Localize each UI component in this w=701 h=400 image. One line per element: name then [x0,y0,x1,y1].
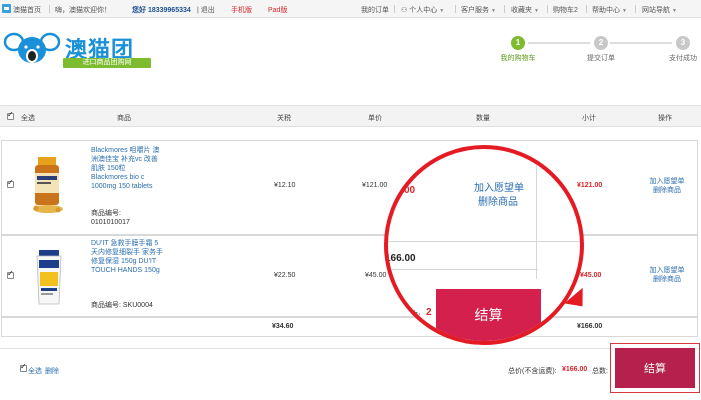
checkout-label: 结算 [615,348,695,388]
help-center-label: 帮助中心 [592,7,620,14]
chevron-down-icon: ▼ [533,8,539,14]
username-link[interactable]: 您好 18339965334 [132,5,191,15]
step-label: 支付成功 [669,55,697,62]
help-center-link[interactable]: 帮助中心 ▼ [592,5,627,15]
footer-delete-link[interactable]: 删除 [45,366,59,376]
footer-select-all-label[interactable]: 全选 [28,366,42,376]
step-cart: 1 我的购物车 [488,36,548,63]
select-all-checkbox[interactable] [7,110,14,120]
divider [455,5,456,13]
step-number: 3 [676,36,690,50]
chevron-down-icon: ▼ [671,8,677,14]
favorites-label: 收藏夹 [511,7,532,14]
product-code: 商品编号: 0101010017 [91,210,130,226]
chevron-down-icon: ▼ [621,8,627,14]
col-select-all: 全选 [21,115,35,122]
col-price: 单价 [368,115,382,122]
footer-select-all-checkbox[interactable] [20,362,27,372]
divider [635,5,636,13]
step-label: 提交订单 [587,55,615,62]
top-bar: 澳猫首页 嗨，澳猫欢迎你！ 您好 18339965334 | 退出 手机版 Pa… [0,0,701,18]
welcome-text: 嗨，澳猫欢迎你！ [55,7,111,14]
logo-subtitle: 进口商品团购网 [63,58,151,68]
pad-link[interactable]: Pad版 [268,5,287,15]
logout-link[interactable]: | 退出 [197,5,215,15]
duit-hand-cream-image[interactable] [30,248,68,310]
customer-service-label: 客户服务 [461,7,489,14]
add-to-wishlist-link[interactable]: 加入愿望单 [645,266,689,275]
count-label: 总数: [592,368,608,375]
divider [394,5,395,13]
step-payment-success: 3 支付成功 [653,36,701,63]
chevron-down-icon: ▼ [439,8,445,14]
total-label: 总价(不含运费): [508,368,557,375]
home-icon[interactable] [2,4,11,13]
item-price: ¥121.00 [362,182,388,189]
divider [504,5,505,13]
divider [586,5,587,13]
item-subtotal: ¥45.00 [580,272,602,279]
total-value: ¥166.00 [562,366,588,373]
user-icon: ⚇ [401,7,408,14]
divider [547,5,548,13]
blackmores-product-image[interactable] [28,155,66,217]
chevron-down-icon: ▼ [490,8,496,14]
product-name-link[interactable]: Blackmores 咀嚼片 澳洲澳佳宝 补充vc 改善肌肤 150粒 Blac… [91,146,163,191]
checkout-button[interactable]: 结算 [610,343,700,393]
item-price: ¥45.00 [365,272,387,279]
col-tax: 关税 [277,115,291,122]
delete-item-link[interactable]: 删除商品 [645,186,689,195]
my-orders-link[interactable]: 我的订单 [361,5,389,15]
divider [49,5,50,13]
item-tax: ¥22.50 [274,272,296,279]
col-subtotal: 小计 [582,115,596,122]
delete-item-link[interactable]: 删除商品 [645,275,689,284]
user-center-link[interactable]: ⚇ 个人中心 ▼ [401,5,444,15]
favorites-link[interactable]: 收藏夹 ▼ [511,5,539,15]
product-name-link[interactable]: DU'IT 急救手膜手霜 5天内修复细裂手 家务手修复保湿 150g DU'IT… [91,239,163,275]
customer-service-link[interactable]: 客户服务 ▼ [461,5,496,15]
item-tax: ¥12.10 [274,182,296,189]
home-link[interactable]: 澳猫首页 [13,5,41,15]
site-nav-label: 网站导航 [642,7,670,14]
item-checkbox[interactable] [7,269,14,279]
add-to-wishlist-link[interactable]: 加入愿望单 [645,177,689,186]
item-actions: 加入愿望单 删除商品 [645,266,689,284]
step-number: 2 [594,36,608,50]
user-center-label: 个人中心 [409,7,438,14]
product-code: 商品编号: SKU0004 [91,302,153,309]
item-subtotal: ¥121.00 [577,182,603,189]
sum-total: ¥166.00 [577,323,603,330]
step-submit-order: 2 提交订单 [571,36,631,63]
cart-table-header: 全选 商品 关税 单价 数量 小计 操作 [0,105,701,127]
col-product: 商品 [117,115,131,122]
cart-link[interactable]: 购物车2 [553,5,578,15]
item-actions: 加入愿望单 删除商品 [645,177,689,195]
cart-label: 购物车2 [553,7,578,14]
mobile-link[interactable]: 手机版 [231,5,252,15]
col-actions: 操作 [658,115,672,122]
site-nav-link[interactable]: 网站导航 ▼ [642,5,677,15]
item-checkbox[interactable] [7,178,14,188]
sum-tax: ¥34.60 [272,323,294,330]
step-label: 我的购物车 [500,55,536,62]
step-number: 1 [511,36,525,50]
col-qty: 数量 [476,115,490,122]
